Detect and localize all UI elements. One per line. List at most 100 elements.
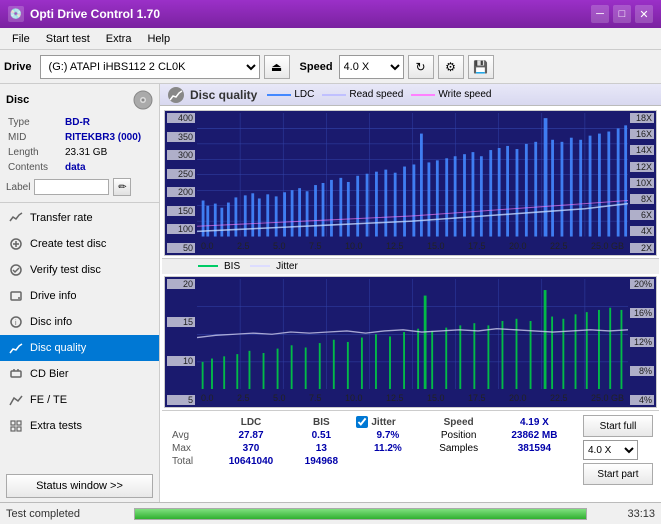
sidebar-item-transfer-rate[interactable]: Transfer rate (0, 205, 159, 231)
position-value: 23862 MB (494, 429, 575, 442)
save-button[interactable]: 💾 (468, 55, 494, 79)
read-speed-line (322, 94, 346, 96)
nav-label-fe-te: FE / TE (30, 394, 67, 406)
yr-2x: 2X (630, 243, 654, 253)
minimize-button[interactable]: ─ (591, 5, 609, 23)
progress-bar-fill (135, 509, 586, 519)
content-area: Disc quality LDC Read speed Write speed (160, 84, 661, 502)
stats-row: LDC BIS Jitter Speed 4.19 X (162, 410, 659, 500)
status-time: 33:13 (595, 508, 655, 520)
contents-label: Contents (8, 161, 63, 174)
disc-icon (133, 90, 153, 110)
disc-info-table: Type BD-R MID RITEKBR3 (000) Length 23.3… (6, 114, 153, 176)
sidebar: Disc Type BD-R MID RITEKBR3 (000) Length (0, 84, 160, 502)
eject-button[interactable]: ⏏ (264, 55, 290, 79)
menu-help[interactable]: Help (139, 31, 178, 47)
col-header-bis: BIS (290, 415, 352, 429)
sidebar-item-verify-test[interactable]: Verify test disc (0, 257, 159, 283)
refresh-button[interactable]: ↻ (408, 55, 434, 79)
legend-read: Read speed (322, 89, 403, 100)
yr-6x: 6X (630, 210, 654, 220)
status-window-button[interactable]: Status window >> (6, 474, 153, 498)
cd-bier-icon (8, 366, 24, 382)
drive-select[interactable]: (G:) ATAPI iHBS112 2 CL0K (40, 55, 260, 79)
sidebar-item-cd-bier[interactable]: CD Bier (0, 361, 159, 387)
type-value: BD-R (65, 116, 151, 129)
speed-label: Speed (300, 61, 333, 73)
speed-select-stats[interactable]: 4.0 X (583, 440, 638, 460)
avg-label: Avg (168, 429, 212, 442)
charts-container: 400 350 300 250 200 150 100 50 18X 16X 1… (160, 106, 661, 502)
menu-extra[interactable]: Extra (98, 31, 140, 47)
sidebar-item-disc-info[interactable]: i Disc info (0, 309, 159, 335)
jitter-label: Jitter (276, 261, 298, 272)
maximize-button[interactable]: □ (613, 5, 631, 23)
yr2-20pct: 20% (630, 279, 654, 289)
bis-line (198, 265, 218, 267)
nav-label-transfer-rate: Transfer rate (30, 212, 93, 224)
extra-tests-icon (8, 418, 24, 434)
y-label-400: 400 (167, 113, 195, 123)
title-bar-left: 💿 Opti Drive Control 1.70 (8, 6, 160, 22)
chart2-y-axis-left: 20 15 10 5 (165, 277, 197, 407)
yr-16x: 16X (630, 129, 654, 139)
label-field-label: Label (6, 182, 30, 193)
sidebar-item-extra-tests[interactable]: Extra tests (0, 413, 159, 439)
menu-file[interactable]: File (4, 31, 38, 47)
label-edit-button[interactable]: ✏ (113, 178, 131, 196)
y2-10: 10 (167, 356, 195, 366)
status-text: Test completed (6, 508, 126, 520)
sidebar-item-create-test[interactable]: Create test disc (0, 231, 159, 257)
yr-14x: 14X (630, 145, 654, 155)
ldc-line (267, 94, 291, 96)
bis-label: BIS (224, 261, 240, 272)
yr2-12pct: 12% (630, 337, 654, 347)
close-button[interactable]: ✕ (635, 5, 653, 23)
label-input[interactable] (34, 179, 109, 195)
sidebar-item-disc-quality[interactable]: Disc quality (0, 335, 159, 361)
jitter-checkbox[interactable] (356, 416, 368, 428)
mid-value: RITEKBR3 (000) (65, 131, 151, 144)
chart2-svg (197, 279, 628, 389)
yr-12x: 12X (630, 162, 654, 172)
chart2-inner (197, 279, 628, 389)
menu-bar: File Start test Extra Help (0, 28, 661, 50)
empty1 (423, 455, 493, 468)
disc-header: Disc (6, 90, 153, 110)
stats-table-area: LDC BIS Jitter Speed 4.19 X (168, 415, 575, 496)
label-row: Label ✏ (6, 178, 153, 196)
toolbar: Drive (G:) ATAPI iHBS112 2 CL0K ⏏ Speed … (0, 50, 661, 84)
y-label-100: 100 (167, 224, 195, 234)
drive-info-icon (8, 288, 24, 304)
disc-panel: Disc Type BD-R MID RITEKBR3 (000) Length (0, 84, 159, 203)
sidebar-item-fe-te[interactable]: FE / TE (0, 387, 159, 413)
chart1-x-axis: 0.0 2.5 5.0 7.5 10.0 12.5 15.0 17.5 20.0… (197, 237, 628, 255)
chart2-y-axis-right: 20% 16% 12% 8% 4% (628, 277, 656, 407)
ldc-label: LDC (294, 89, 314, 100)
speed-select[interactable]: 4.0 X 1.0 X 2.0 X 8.0 X MAX (339, 55, 404, 79)
stats-max-row: Max 370 13 11.2% Samples 381594 (168, 442, 575, 455)
stats-table: LDC BIS Jitter Speed 4.19 X (168, 415, 575, 468)
chart-ldc: 400 350 300 250 200 150 100 50 18X 16X 1… (164, 110, 657, 256)
col-speed-value: 4.19 X (494, 415, 575, 429)
read-label: Read speed (349, 89, 403, 100)
start-full-button[interactable]: Start full (583, 415, 653, 437)
mid-label: MID (8, 131, 63, 144)
chart-legend: LDC Read speed Write speed (267, 89, 491, 100)
avg-bis: 0.51 (290, 429, 352, 442)
verify-test-icon (8, 262, 24, 278)
disc-info-icon: i (8, 314, 24, 330)
col-header-speed: Speed (423, 415, 493, 429)
sidebar-item-drive-info[interactable]: Drive info (0, 283, 159, 309)
max-label: Max (168, 442, 212, 455)
menu-start-test[interactable]: Start test (38, 31, 98, 47)
max-ldc: 370 (212, 442, 291, 455)
chart1-inner (197, 113, 628, 237)
y-label-150: 150 (167, 206, 195, 216)
col-header-jitter-check: Jitter (352, 415, 423, 429)
start-part-button[interactable]: Start part (583, 463, 653, 485)
main-layout: Disc Type BD-R MID RITEKBR3 (000) Length (0, 84, 661, 502)
content-header-icon (168, 87, 184, 103)
settings-button[interactable]: ⚙ (438, 55, 464, 79)
content-header: Disc quality LDC Read speed Write speed (160, 84, 661, 106)
